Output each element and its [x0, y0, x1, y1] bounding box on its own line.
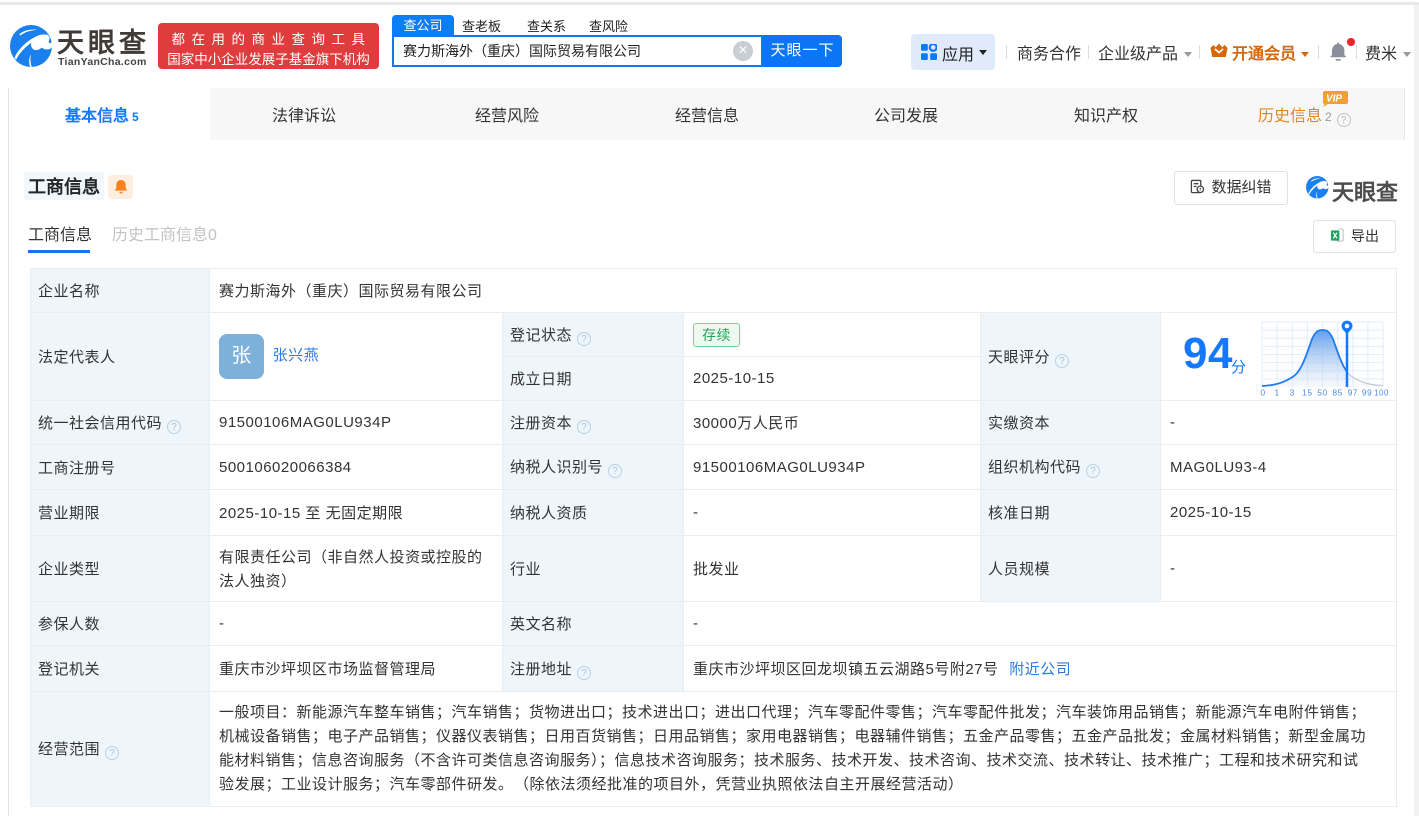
svg-text:85: 85: [1332, 388, 1342, 398]
svg-text:3: 3: [1290, 388, 1295, 398]
svg-text:100: 100: [1374, 389, 1389, 398]
svg-text:50: 50: [1317, 388, 1327, 398]
svg-text:97: 97: [1348, 388, 1358, 398]
svg-text:VIP: VIP: [1326, 94, 1342, 105]
svg-text:15: 15: [1302, 388, 1312, 398]
svg-text:1: 1: [1274, 388, 1279, 398]
svg-text:99: 99: [1362, 388, 1372, 398]
svg-text:0: 0: [1260, 388, 1265, 398]
